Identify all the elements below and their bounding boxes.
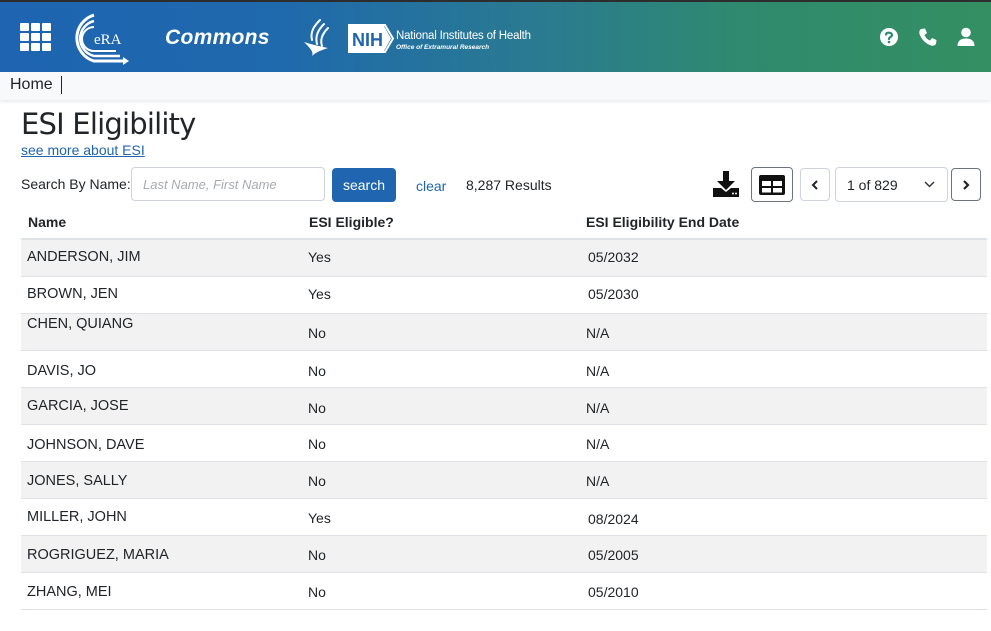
breadcrumb: Home: [0, 72, 991, 100]
table-row: ZHANG, MEI No 05/2010: [21, 573, 987, 610]
nih-name: National Institutes of Health: [396, 30, 531, 42]
page-select[interactable]: 1 of 829: [835, 167, 948, 202]
cell-esi-eligible: No: [308, 363, 326, 379]
phone-icon[interactable]: [917, 26, 939, 48]
cell-end-date: N/A: [586, 400, 610, 416]
cell-name: JOHNSON, DAVE: [27, 437, 145, 453]
user-icon[interactable]: [955, 26, 977, 48]
breadcrumb-home[interactable]: Home: [10, 76, 53, 94]
cell-name: ROGRIGUEZ, MARIA: [27, 547, 169, 563]
search-button[interactable]: search: [332, 168, 396, 202]
see-more-about-esi-link[interactable]: see more about ESI: [21, 142, 145, 158]
cell-name: GARCIA, JOSE: [27, 398, 129, 414]
cell-end-date: N/A: [586, 473, 610, 489]
cell-end-date: 05/2032: [588, 249, 639, 265]
cell-esi-eligible: No: [308, 325, 326, 341]
cell-esi-eligible: Yes: [308, 286, 331, 302]
cell-esi-eligible: Yes: [308, 510, 331, 526]
cell-name: MILLER, JOHN: [27, 509, 127, 525]
apps-grid-icon[interactable]: [20, 23, 51, 51]
page-select-value: 1 of 829: [847, 177, 898, 193]
column-header-esi-eligible[interactable]: ESI Eligible?: [309, 214, 394, 230]
search-label: Search By Name:: [21, 176, 131, 192]
cell-end-date: 05/2030: [588, 286, 639, 302]
breadcrumb-separator: [61, 76, 62, 94]
chevron-left-icon: [811, 179, 818, 190]
nih-logo-badge: NIH: [348, 24, 395, 53]
nih-badge-text: NIH: [352, 30, 383, 50]
table-header: Name ESI Eligible? ESI Eligibility End D…: [21, 203, 987, 240]
help-icon[interactable]: [878, 26, 900, 48]
cell-name: ANDERSON, JIM: [27, 249, 141, 265]
chevron-down-icon: [924, 181, 935, 188]
table-row: DAVIS, JO No N/A: [21, 351, 987, 388]
cell-name: CHEN, QUIANG: [27, 316, 134, 332]
cell-name: BROWN, JEN: [27, 286, 119, 302]
cell-esi-eligible: No: [308, 584, 326, 600]
table-row: ANDERSON, JIM Yes 05/2032: [21, 240, 987, 277]
cell-end-date: 05/2005: [588, 547, 639, 563]
cell-esi-eligible: No: [308, 436, 326, 452]
next-page-button[interactable]: [951, 168, 981, 201]
cell-name: DAVIS, JO: [27, 363, 97, 379]
cell-end-date: 08/2024: [588, 511, 639, 527]
previous-page-button[interactable]: [800, 168, 830, 201]
hhs-eagle-logo: [304, 19, 329, 56]
download-icon[interactable]: [712, 170, 740, 198]
nih-office: Office of Extramural Research: [396, 44, 490, 51]
esi-eligibility-table: Name ESI Eligible? ESI Eligibility End D…: [21, 203, 987, 610]
table-row: JONES, SALLY No N/A: [21, 462, 987, 499]
cell-end-date: N/A: [586, 436, 610, 452]
column-header-end-date[interactable]: ESI Eligibility End Date: [586, 214, 739, 230]
table-row: GARCIA, JOSE No N/A: [21, 388, 987, 425]
clear-link[interactable]: clear: [416, 178, 446, 194]
app-name: Commons: [165, 26, 270, 49]
table-view-toggle-button[interactable]: [751, 167, 793, 202]
top-navigation-bar: eRA Commons NIH National Institutes of H…: [0, 0, 991, 72]
cell-end-date: 05/2010: [588, 584, 639, 600]
table-view-icon: [759, 174, 785, 195]
table-row: CHEN, QUIANG No N/A: [21, 314, 987, 351]
table-row: ROGRIGUEZ, MARIA No 05/2005: [21, 536, 987, 573]
column-header-name[interactable]: Name: [28, 214, 66, 230]
cell-esi-eligible: No: [308, 400, 326, 416]
table-body: ANDERSON, JIM Yes 05/2032 BROWN, JEN Yes 05/2…: [21, 240, 987, 610]
era-logo[interactable]: eRA: [66, 11, 132, 65]
cell-esi-eligible: No: [308, 473, 326, 489]
page-title: ESI Eligibility: [21, 107, 196, 141]
era-logo-text: eRA: [94, 32, 122, 48]
table-row: BROWN, JEN Yes 05/2030: [21, 277, 987, 314]
table-row: JOHNSON, DAVE No N/A: [21, 425, 987, 462]
chevron-right-icon: [963, 179, 970, 190]
nih-title: National Institutes of Health Office of …: [396, 30, 531, 52]
search-name-input[interactable]: [131, 167, 325, 201]
cell-esi-eligible: Yes: [308, 249, 331, 265]
cell-end-date: N/A: [586, 325, 610, 341]
cell-name: JONES, SALLY: [27, 473, 128, 489]
table-row: MILLER, JOHN Yes 08/2024: [21, 499, 987, 536]
cell-end-date: N/A: [586, 363, 610, 379]
cell-name: ZHANG, MEI: [27, 584, 112, 600]
cell-esi-eligible: No: [308, 547, 326, 563]
results-count: 8,287 Results: [466, 177, 552, 193]
